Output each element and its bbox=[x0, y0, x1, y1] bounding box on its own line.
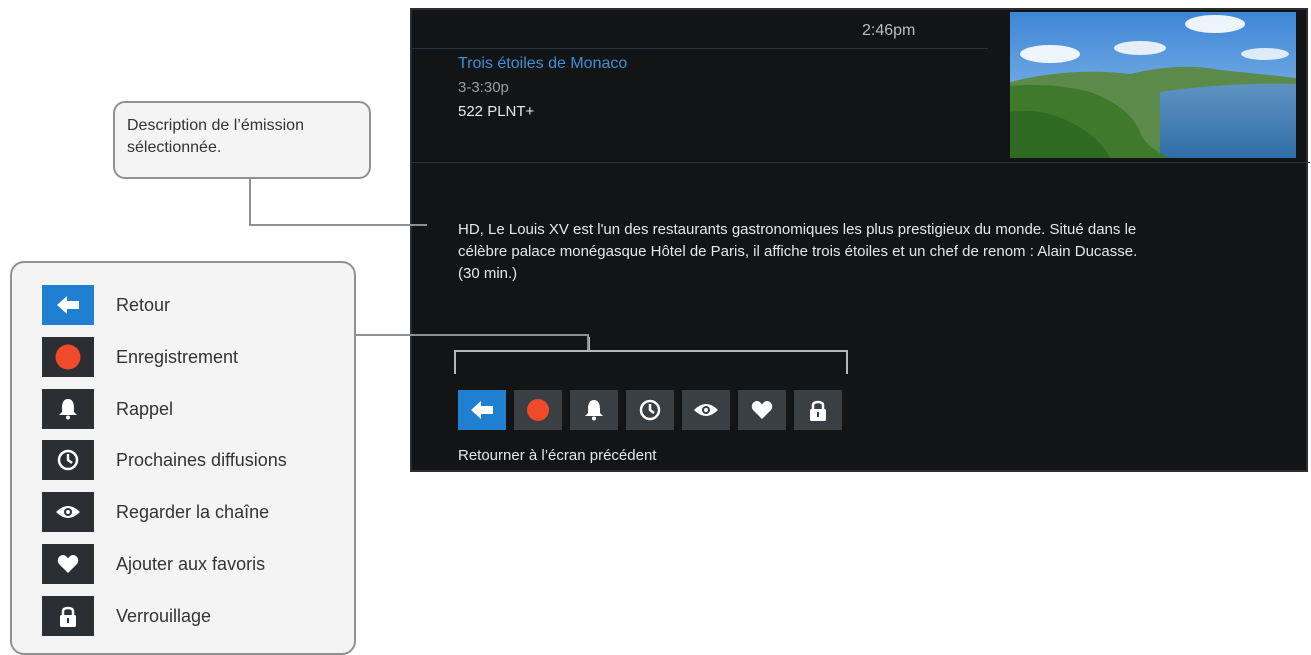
legend-item-watch: Regarder la chaîne bbox=[42, 492, 269, 532]
program-channel: 522 PLNT+ bbox=[458, 103, 535, 120]
header-divider bbox=[412, 48, 988, 49]
legend-icon-box bbox=[42, 440, 94, 480]
channel-preview-image bbox=[1010, 12, 1296, 158]
info-divider bbox=[412, 162, 1310, 163]
heart-icon bbox=[751, 400, 773, 420]
legend-item-back: Retour bbox=[42, 285, 170, 325]
eye-icon bbox=[55, 504, 81, 520]
legend-label: Retour bbox=[116, 294, 171, 315]
legend-icon-box bbox=[42, 337, 94, 377]
legend-icon-box bbox=[42, 389, 94, 429]
legend-icon-box bbox=[42, 492, 94, 532]
callout-line: sélectionnée. bbox=[127, 139, 222, 156]
legend-label: Verrouillage bbox=[116, 605, 212, 626]
program-time: 3-3:30p bbox=[458, 79, 509, 96]
description-callout: Description de l’émission sélectionnée. bbox=[113, 101, 371, 179]
record-icon bbox=[526, 398, 550, 422]
bell-icon bbox=[58, 398, 78, 420]
legend-connector bbox=[356, 334, 589, 336]
callout-connector bbox=[249, 179, 251, 226]
tv-screen: 2:46pm Trois étoiles de Monaco 3-3:30p 5… bbox=[410, 8, 1310, 472]
clock: 2:46pm bbox=[862, 22, 916, 39]
description-line: HD, Le Louis XV est l'un des restaurants… bbox=[458, 221, 1137, 238]
legend-label: Prochaines diffusions bbox=[116, 449, 287, 470]
legend-item-favorite: Ajouter aux favoris bbox=[42, 544, 265, 584]
legend-icon-box bbox=[42, 544, 94, 584]
legend-item-reminder: Rappel bbox=[42, 389, 173, 429]
bell-icon bbox=[584, 399, 604, 421]
legend-item-upcoming: Prochaines diffusions bbox=[42, 440, 287, 480]
upcoming-airings-button[interactable] bbox=[626, 390, 674, 430]
reminder-button[interactable] bbox=[570, 390, 618, 430]
program-description: HD, Le Louis XV est l'un des restaurants… bbox=[458, 219, 1268, 285]
watch-channel-button[interactable] bbox=[682, 390, 730, 430]
legend-icon-box bbox=[42, 596, 94, 636]
favorite-button[interactable] bbox=[738, 390, 786, 430]
record-icon bbox=[55, 344, 81, 370]
back-arrow-icon bbox=[56, 295, 80, 315]
clock-icon bbox=[57, 449, 79, 471]
back-arrow-icon bbox=[470, 400, 494, 420]
icon-legend: Retour Enregistrement Rappel Prochaines … bbox=[10, 261, 356, 655]
back-button[interactable] bbox=[458, 390, 506, 430]
status-hint: Retourner à l’écran précédent bbox=[458, 447, 657, 464]
legend-icon-box bbox=[42, 285, 94, 325]
clock-icon bbox=[639, 399, 661, 421]
legend-item-record: Enregistrement bbox=[42, 337, 238, 377]
legend-connector bbox=[587, 334, 589, 350]
description-line: (30 min.) bbox=[458, 265, 518, 282]
legend-label: Rappel bbox=[116, 398, 174, 419]
legend-label: Enregistrement bbox=[116, 346, 239, 367]
action-bar bbox=[458, 390, 842, 430]
record-button[interactable] bbox=[514, 390, 562, 430]
program-title: Trois étoiles de Monaco bbox=[458, 55, 628, 72]
legend-label: Ajouter aux favoris bbox=[116, 553, 266, 574]
buttons-bracket bbox=[454, 337, 848, 374]
callout-line: Description de l’émission bbox=[127, 117, 304, 134]
description-line: célèbre palace monégasque Hôtel de Paris… bbox=[458, 243, 1138, 260]
lock-icon bbox=[59, 605, 77, 627]
legend-item-lock: Verrouillage bbox=[42, 596, 211, 636]
callout-connector bbox=[249, 224, 427, 226]
legend-label: Regarder la chaîne bbox=[116, 501, 270, 522]
heart-icon bbox=[57, 554, 79, 574]
eye-icon bbox=[693, 402, 719, 418]
lock-icon bbox=[809, 399, 827, 421]
lock-button[interactable] bbox=[794, 390, 842, 430]
